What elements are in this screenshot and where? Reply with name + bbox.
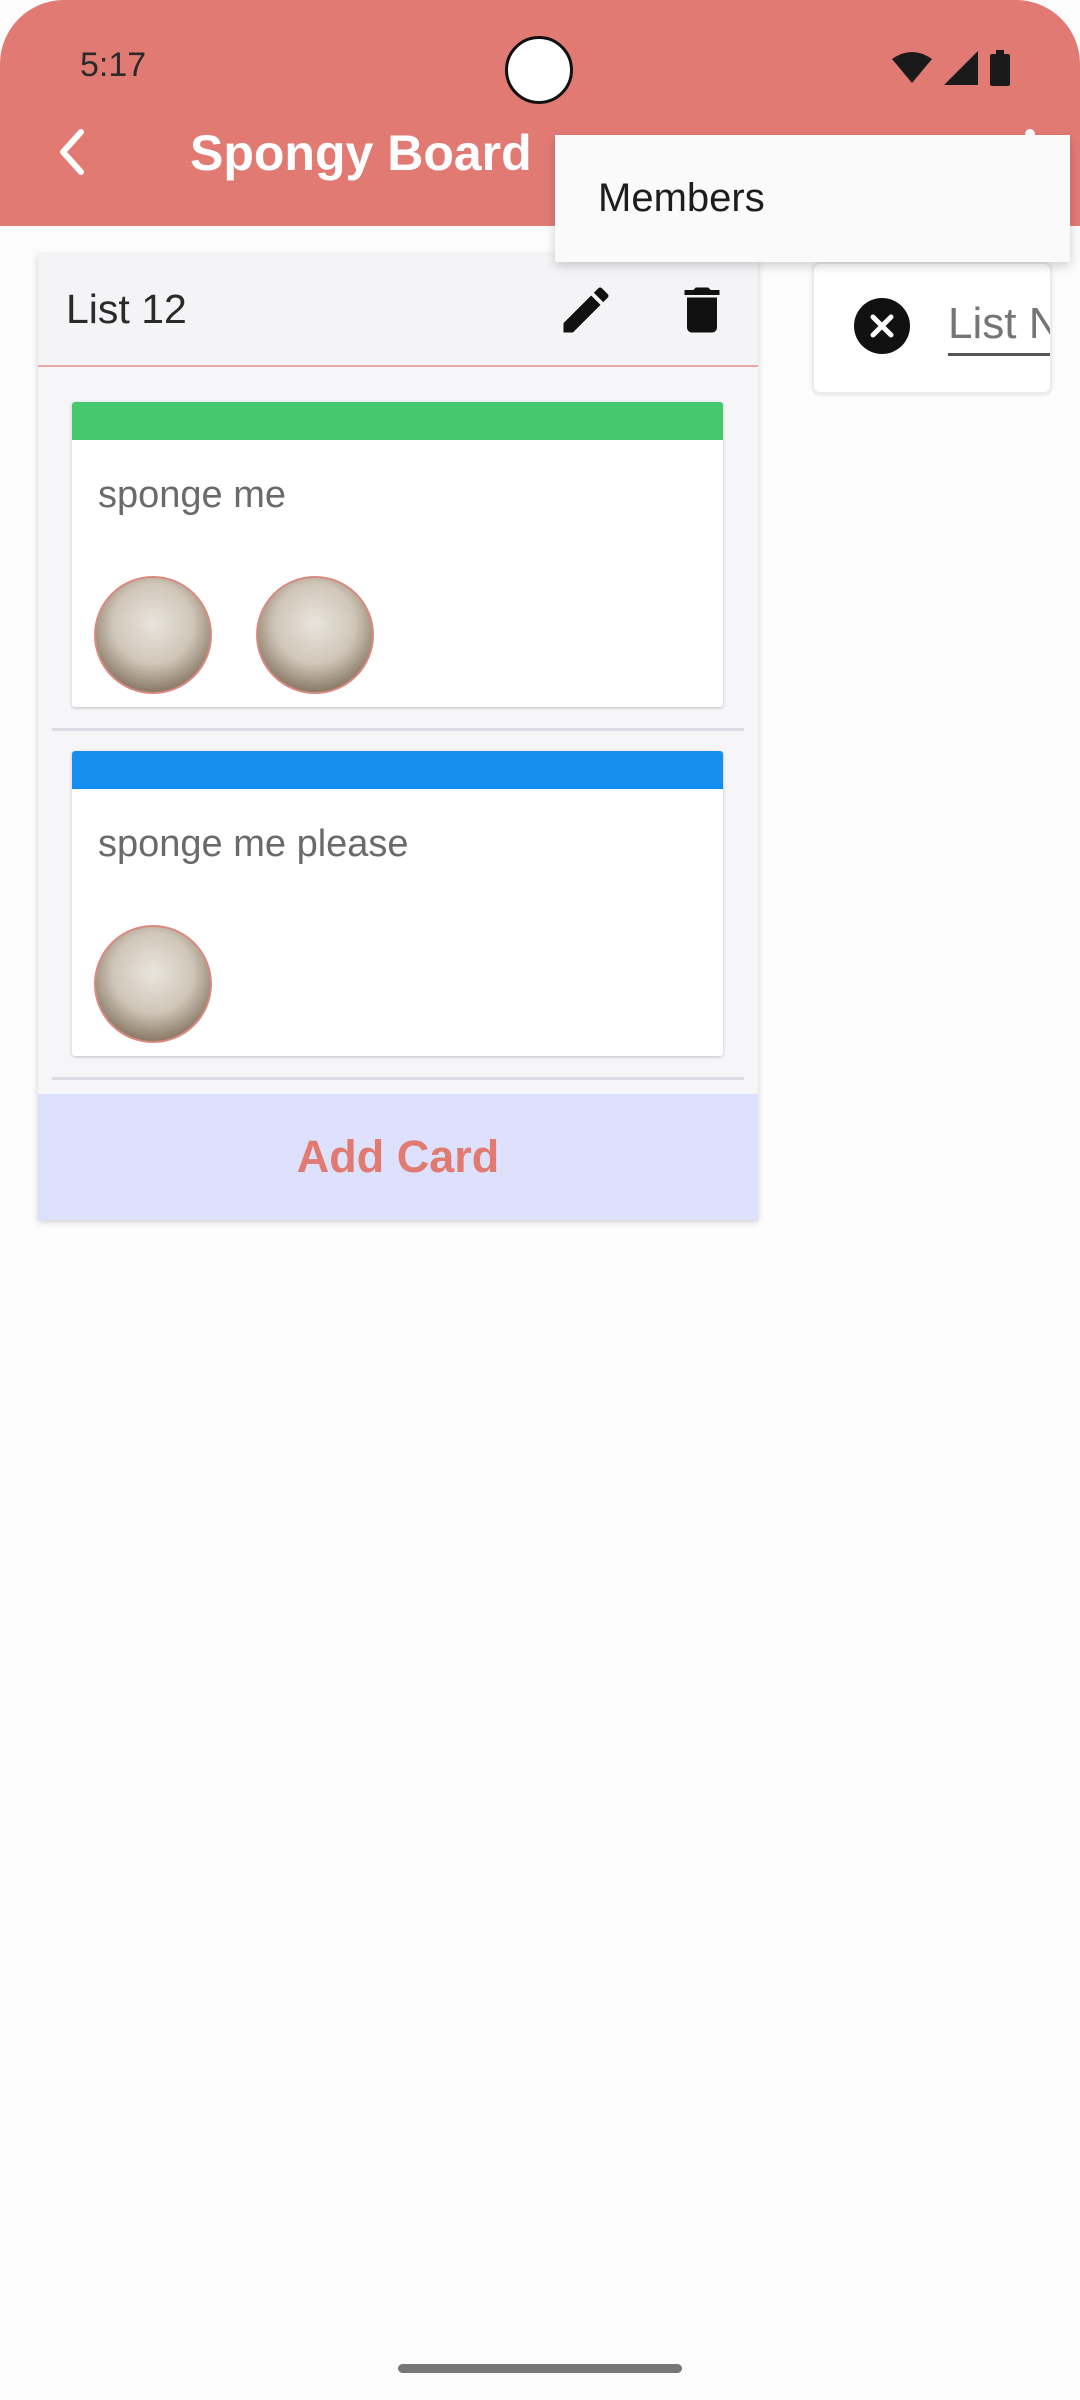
card[interactable]: sponge me (72, 402, 723, 707)
list-header: List 12 (38, 254, 758, 367)
screen: 5:17 Spongy Board List 12 sponge me spon… (0, 0, 1080, 2400)
page-title: Spongy Board (190, 125, 532, 181)
camera-cutout (505, 36, 573, 104)
pencil-icon (563, 287, 609, 333)
new-list-panel (812, 262, 1052, 394)
chevron-left-icon (60, 129, 84, 175)
close-circle-icon (870, 314, 894, 338)
overflow-menu: Members (555, 135, 1070, 262)
board-list: List 12 sponge me sponge me please Add C… (38, 254, 758, 1220)
avatar (94, 925, 212, 1043)
trash-icon (684, 287, 720, 333)
status-time: 5:17 (80, 46, 147, 84)
home-indicator[interactable] (398, 2364, 682, 2373)
signal-icon (944, 51, 978, 85)
card-title: sponge me please (98, 823, 409, 865)
card-label-stripe (72, 751, 723, 789)
avatar (94, 576, 212, 694)
card-label-stripe (72, 402, 723, 440)
divider (52, 1077, 744, 1080)
list-title: List 12 (66, 286, 187, 332)
wifi-icon (892, 52, 932, 83)
menu-item-members[interactable]: Members (555, 135, 1070, 262)
add-card-button[interactable]: Add Card (38, 1094, 758, 1220)
edit-list-button[interactable] (556, 280, 616, 340)
back-button[interactable] (44, 116, 100, 188)
card[interactable]: sponge me please (72, 751, 723, 1056)
status-icons (892, 50, 1010, 86)
divider (52, 728, 744, 731)
cancel-new-list-button[interactable] (854, 298, 910, 354)
delete-list-button[interactable] (672, 280, 732, 340)
battery-icon (990, 50, 1010, 86)
card-title: sponge me (98, 474, 287, 516)
list-name-input[interactable] (948, 294, 1050, 356)
avatar (256, 576, 374, 694)
